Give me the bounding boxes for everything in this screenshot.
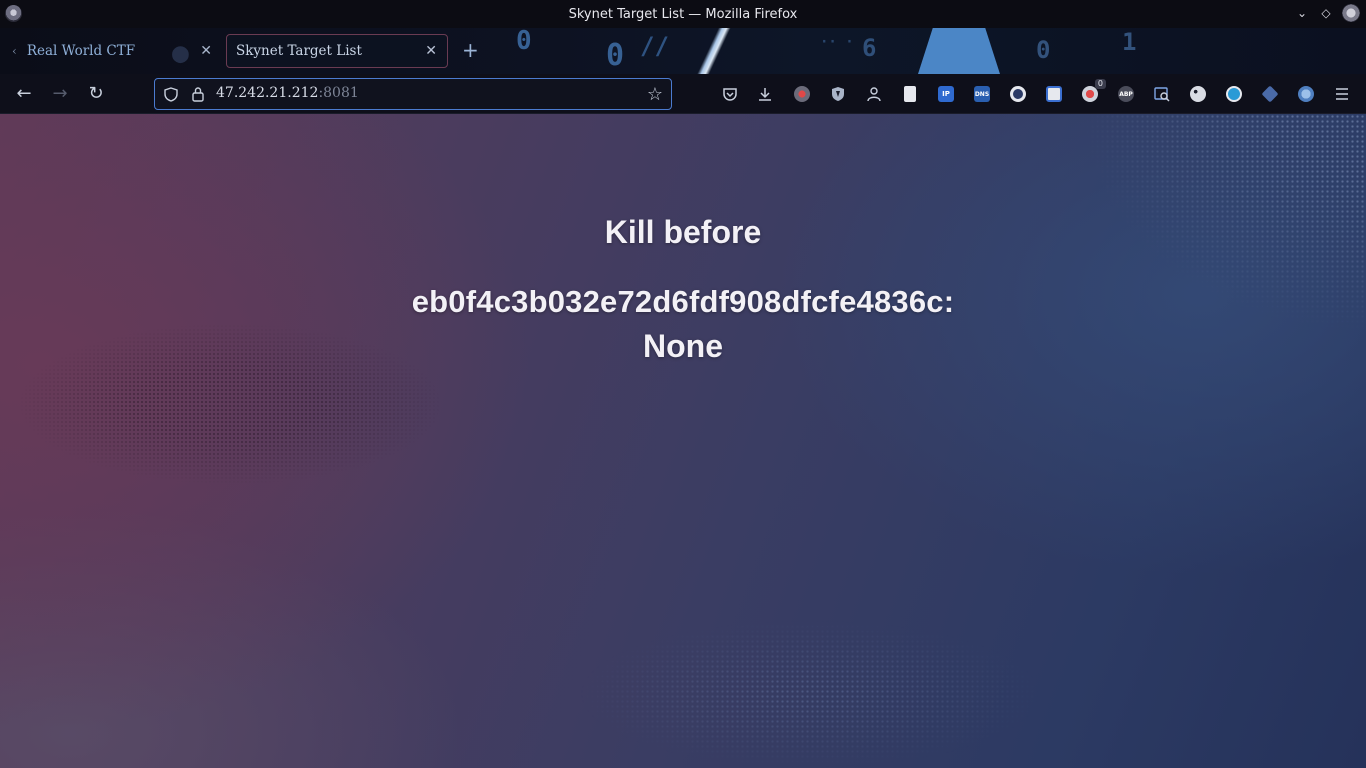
background-decoration: ·· ·: [820, 34, 854, 50]
page-content: Kill before eb0f4c3b032e72d6fdf908dfcfe4…: [0, 114, 1366, 768]
background-decoration: 6: [862, 34, 877, 62]
background-decoration: 0: [1036, 36, 1051, 64]
background-decoration: 0: [606, 38, 625, 73]
pocket-icon[interactable]: [720, 84, 740, 104]
new-tab-icon[interactable]: +: [462, 40, 479, 60]
user-switch-icon[interactable]: [864, 84, 884, 104]
app-menu-icon[interactable]: [5, 5, 22, 22]
tab-real-world-ctf[interactable]: ‹ Real World CTF ✕: [8, 34, 218, 68]
forward-arrow-icon[interactable]: →: [49, 83, 71, 105]
minimize-icon[interactable]: ⌄: [1294, 4, 1310, 22]
background-decoration: //: [640, 32, 669, 60]
save-extension-icon[interactable]: [1044, 84, 1064, 104]
window-title: Skynet Target List — Mozilla Firefox: [568, 6, 798, 22]
url-port: :8081: [318, 85, 359, 101]
close-window-icon[interactable]: [1342, 4, 1360, 22]
tab-skynet-target-list[interactable]: Skynet Target List ✕: [226, 34, 448, 68]
extension-badge-count: 0: [1094, 79, 1106, 89]
document-icon[interactable]: [900, 84, 920, 104]
close-tab-icon[interactable]: ✕: [200, 43, 212, 59]
url-text[interactable]: 47.242.21.212:8081: [216, 85, 359, 101]
tracking-shield-icon[interactable]: [164, 87, 178, 102]
globe-icon[interactable]: [1296, 84, 1316, 104]
extension-badge-icon[interactable]: 0: [1080, 79, 1106, 104]
target-id: eb0f4c3b032e72d6fdf908dfcfe4836c:: [411, 284, 955, 319]
target-value: None: [643, 328, 723, 364]
tab-label: Skynet Target List: [236, 43, 362, 59]
menu-icon[interactable]: [1332, 84, 1352, 104]
url-host: 47.242.21.212: [216, 85, 319, 101]
bookmark-star-icon[interactable]: ☆: [647, 84, 663, 105]
search-page-icon[interactable]: [1152, 84, 1172, 104]
circle-extension-icon[interactable]: [1008, 84, 1028, 104]
extension-red-dot-icon[interactable]: [792, 84, 812, 104]
address-bar[interactable]: 47.242.21.212:8081 ☆: [154, 78, 672, 110]
window-controls: ⌄ ◇: [1294, 4, 1360, 22]
close-tab-icon[interactable]: ✕: [425, 43, 437, 59]
reload-icon[interactable]: ↻: [85, 83, 107, 105]
background-decoration: 1: [1122, 28, 1137, 56]
lock-icon[interactable]: [191, 86, 205, 102]
chevron-left-icon[interactable]: ‹: [12, 44, 17, 58]
grammar-extension-icon[interactable]: [1224, 84, 1244, 104]
maximize-icon[interactable]: ◇: [1318, 4, 1334, 22]
background-decoration: [918, 28, 1000, 74]
page-heading: Kill before: [604, 214, 762, 250]
background-decoration: [690, 28, 750, 74]
background-texture: [560, 614, 1060, 768]
cookie-icon[interactable]: [1188, 84, 1208, 104]
tab-label: Real World CTF: [26, 43, 136, 59]
back-arrow-icon[interactable]: ←: [13, 83, 35, 105]
adblock-plus-icon[interactable]: ABP: [1116, 84, 1136, 104]
dns-extension-icon[interactable]: DNS: [972, 84, 992, 104]
ip-extension-icon[interactable]: IP: [936, 84, 956, 104]
shield-extension-icon[interactable]: [828, 84, 848, 104]
window-titlebar: Skynet Target List — Mozilla Firefox ⌄ ◇: [0, 0, 1366, 28]
background-decoration: 0: [516, 28, 532, 56]
diamond-extension-icon[interactable]: [1260, 84, 1280, 104]
tab-strip: ● 0 0 // ·· · 6 0 1 ‹ Real World CTF ✕ S…: [0, 28, 1366, 74]
downloads-icon[interactable]: [755, 84, 775, 104]
